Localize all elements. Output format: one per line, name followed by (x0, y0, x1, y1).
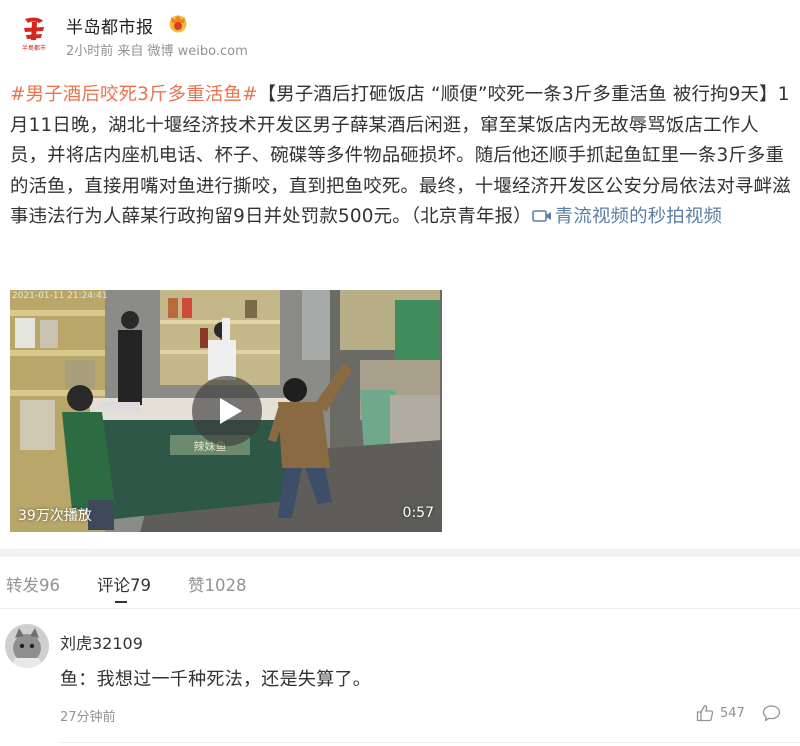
tab-comments[interactable]: 评论79 (97, 572, 151, 596)
video-duration: 0:57 (402, 505, 434, 521)
comment-divider (60, 742, 800, 743)
play-icon[interactable] (192, 376, 262, 446)
engagement-tabs: 转发96 评论79 赞1028 (0, 557, 800, 609)
comment-like-count: 547 (720, 706, 745, 721)
commenter-name[interactable]: 刘虎32109 (60, 630, 143, 654)
video-player[interactable]: 辣妹鱼 2021-01-11 21:24:41 39万次播放 0:57 (10, 290, 442, 532)
post-text: #男子酒后咬死3斤多重活鱼#【男子酒后打砸饭店 “顺便”咬死一条3斤多重活鱼 被… (10, 80, 792, 233)
vip-badge-icon (169, 15, 187, 33)
tab-likes[interactable]: 赞1028 (188, 572, 247, 596)
video-camera-icon (531, 210, 551, 222)
newspaper-logo-icon: 半島都市 (12, 10, 56, 54)
active-tab-indicator (115, 601, 127, 603)
commenter-avatar[interactable] (5, 624, 49, 668)
video-source-label: 青流视频的秒拍视频 (554, 206, 723, 227)
hashtag-link[interactable]: #男子酒后咬死3斤多重活鱼# (10, 84, 258, 105)
tab-repost[interactable]: 转发96 (6, 572, 60, 596)
play-count: 39万次播放 (18, 508, 92, 524)
post-header: 半島都市 半岛都市报 2小时前 来自 微博 weibo.com (0, 0, 800, 66)
comment-time: 27分钟前 (60, 710, 116, 725)
video-timestamp: 2021-01-11 21:24:41 (12, 291, 108, 301)
cat-avatar-image (5, 624, 49, 668)
author-name[interactable]: 半岛都市报 (66, 13, 154, 38)
comment-text: 鱼：我想过一千种死法，还是失算了。 (60, 669, 372, 690)
author-avatar[interactable]: 半島都市 (12, 10, 56, 54)
section-divider (0, 549, 800, 557)
comment-bubble-icon[interactable] (762, 704, 781, 722)
thumbs-up-icon[interactable] (696, 704, 714, 722)
video-source-link[interactable]: 青流视频的秒拍视频 (531, 206, 723, 227)
post-meta: 2小时前 来自 微博 weibo.com (66, 44, 248, 59)
logo-text: 半島都市 (22, 44, 46, 52)
